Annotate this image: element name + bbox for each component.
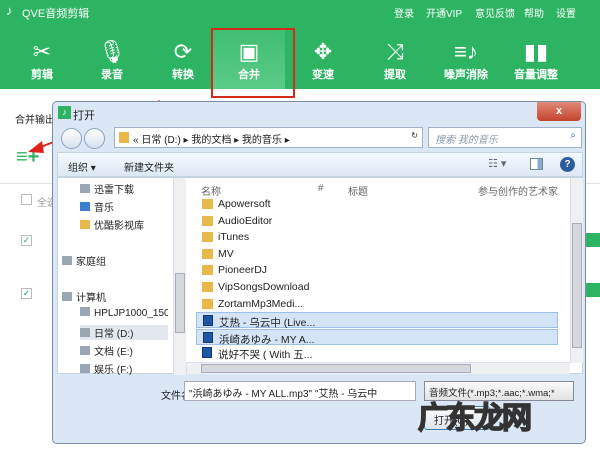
refresh-icon[interactable]: ↻ <box>411 131 418 140</box>
folder-icon <box>202 215 213 226</box>
file-name: AudioEditor <box>218 214 273 227</box>
drive-icon <box>80 346 90 355</box>
nav-item[interactable]: 娱乐 (F:) <box>80 361 168 376</box>
nav-label: 优酷影视库 <box>94 221 144 232</box>
nav-label: 迅雷下载 <box>94 185 134 196</box>
horizontal-scrollbar[interactable] <box>186 362 570 374</box>
folder-icon <box>119 132 129 143</box>
nav-item[interactable]: 迅雷下载 <box>80 181 168 196</box>
vertical-scrollbar[interactable] <box>570 178 583 363</box>
file-name: 浜崎あゆみ - MY A... <box>219 333 315 346</box>
organize-menu[interactable]: 组织 ▾ <box>68 159 96 174</box>
file-name: ZortamMp3Medi... <box>218 297 304 310</box>
row-action-tab[interactable] <box>586 283 600 297</box>
select-all-checkbox[interactable] <box>21 194 32 205</box>
file-row[interactable]: PioneerDJ <box>196 262 558 278</box>
view-options-icon[interactable]: ☷ ▾ <box>488 157 506 170</box>
filename-value: "浜崎あゆみ - MY ALL.mp3" "艾热 - 乌云中 <box>189 389 378 400</box>
back-button[interactable] <box>61 128 82 149</box>
folder-icon <box>202 199 213 209</box>
file-row[interactable]: ZortamMp3Medi... <box>196 296 558 312</box>
file-name: MV <box>218 247 234 260</box>
file-name: iTunes <box>218 231 250 244</box>
search-input[interactable]: 搜索 我的音乐 ⌕ <box>428 127 582 148</box>
close-button[interactable]: x <box>537 102 581 121</box>
nav-item[interactable]: 家庭组 <box>62 253 168 268</box>
drive-icon <box>80 328 90 337</box>
homegroup-icon <box>62 256 72 265</box>
audio-file-icon <box>202 347 212 359</box>
nav-label: 计算机 <box>76 293 106 304</box>
row-checkbox[interactable]: ✓ <box>21 288 32 299</box>
file-row[interactable]: MV <box>196 246 558 262</box>
file-name: Apowersoft <box>218 198 271 210</box>
computer-icon <box>62 292 72 301</box>
nav-label: 日常 (D:) <box>94 329 134 340</box>
nav-label: 家庭组 <box>76 257 106 268</box>
nav-item[interactable]: 文档 (E:) <box>80 343 168 358</box>
drive-icon <box>80 307 90 316</box>
folder-icon <box>202 282 213 292</box>
address-bar[interactable]: « 日常 (D:) ▸ 我的文档 ▸ 我的音乐 ▸ ↻ <box>114 127 423 148</box>
dialog-title: 打开 <box>73 110 95 122</box>
help-icon[interactable]: ? <box>560 157 575 172</box>
new-folder-button[interactable]: 新建文件夹 <box>124 159 174 174</box>
file-browser: 迅雷下载音乐优酷影视库家庭组计算机 HPLJP1000_1500 日常 (D:) 文档… <box>57 177 583 376</box>
file-row[interactable]: 艾热 - 乌云中 (Live... <box>196 312 558 330</box>
file-row[interactable]: 浜崎あゆみ - MY A... <box>196 328 558 346</box>
filename-input[interactable]: "浜崎あゆみ - MY ALL.mp3" "艾热 - 乌云中 <box>184 381 416 401</box>
audio-file-icon <box>203 315 213 327</box>
file-name: 艾热 - 乌云中 (Live... <box>219 317 316 330</box>
nav-item[interactable]: 计算机 <box>62 289 168 304</box>
folder-icon <box>202 265 213 276</box>
nav-item[interactable]: 优酷影视库 <box>80 217 168 232</box>
file-row[interactable]: 说好不哭 ( With 五... <box>196 345 558 361</box>
watermark: 广东龙网 <box>417 401 533 436</box>
file-name: 说好不哭 ( With 五... <box>218 349 313 362</box>
nav-scrollbar[interactable] <box>173 178 186 375</box>
file-row[interactable]: VipSongsDownload <box>196 279 558 295</box>
nav-label: 音乐 <box>94 203 114 214</box>
drive-icon <box>80 364 90 373</box>
file-name: PioneerDJ <box>218 264 268 277</box>
music-app-icon: ♪ <box>58 106 71 119</box>
search-placeholder: 搜索 我的音乐 <box>435 135 498 146</box>
music-icon <box>80 202 90 211</box>
audio-file-icon <box>203 331 213 343</box>
folder-icon <box>202 248 213 259</box>
breadcrumb: « 日常 (D:) ▸ 我的文档 ▸ 我的音乐 ▸ <box>133 135 290 146</box>
file-name: VipSongsDownload <box>218 281 310 293</box>
folder-icon <box>202 298 213 309</box>
dialog-toolbar: 组织 ▾ 新建文件夹 ☷ ▾ ? <box>57 152 583 177</box>
download-icon <box>80 184 90 193</box>
file-row[interactable]: AudioEditor <box>196 213 558 229</box>
forward-button[interactable] <box>84 128 105 149</box>
nav-item[interactable]: HPLJP1000_1500 <box>80 307 168 319</box>
file-row[interactable]: Apowersoft <box>196 196 558 212</box>
nav-label: HPLJP1000_1500 <box>94 308 168 319</box>
nav-item[interactable]: 音乐 <box>80 199 168 214</box>
folder-icon <box>80 220 90 229</box>
file-row[interactable]: iTunes <box>196 229 558 245</box>
row-action-tab[interactable] <box>586 233 600 247</box>
nav-label: 娱乐 (F:) <box>94 365 133 376</box>
nav-label: 文档 (E:) <box>94 347 133 358</box>
folder-icon <box>202 232 213 243</box>
nav-item[interactable]: 日常 (D:) <box>80 325 168 340</box>
preview-pane-icon[interactable] <box>530 158 543 170</box>
search-icon: ⌕ <box>570 130 576 141</box>
row-checkbox[interactable]: ✓ <box>21 235 32 246</box>
